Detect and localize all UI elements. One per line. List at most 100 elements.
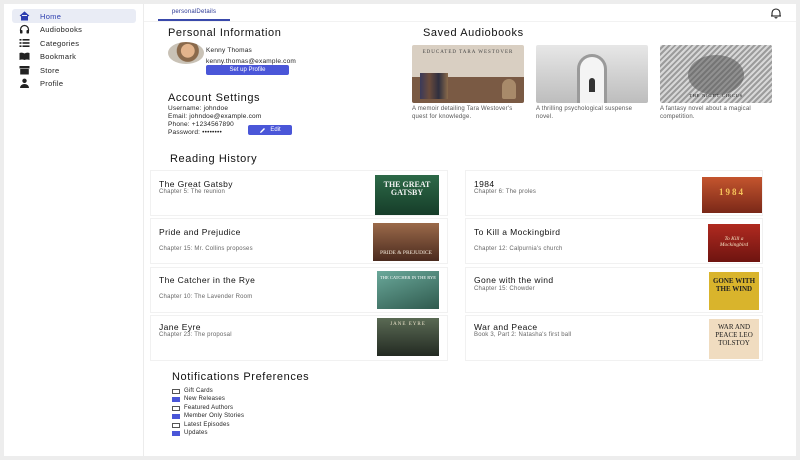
app-window: Home Audiobooks Categories Bookmark Stor… [4, 4, 796, 456]
book-chapter: Chapter 15: Chowder [474, 286, 535, 292]
divider [144, 21, 796, 22]
book-title: The Catcher in the Rye [159, 275, 256, 285]
book-cover: WAR AND PEACE LEO TOLSTOY [709, 319, 759, 359]
notification-option-latest-episodes[interactable]: Latest Episodes [172, 421, 230, 429]
setup-profile-button[interactable]: Set up Profile [206, 65, 289, 75]
edit-button-label: Edit [270, 127, 281, 133]
book-title: War and Peace [474, 322, 538, 332]
audiobook-description: A thrilling psychological suspense novel… [536, 106, 633, 120]
sidebar-item-categories[interactable]: Categories [12, 36, 136, 50]
notification-option-gift-cards[interactable]: Gift Cards [172, 387, 213, 395]
cover-text: THE NIGHT CIRCUS [689, 93, 743, 98]
sidebar-item-label: Profile [40, 78, 64, 88]
checkbox[interactable] [172, 422, 180, 428]
sidebar-item-store[interactable]: Store [12, 63, 136, 77]
reading-history-card[interactable]: The Great Gatsby Chapter 5: The reunion … [151, 171, 447, 215]
reading-history-card[interactable]: Pride and Prejudice Chapter 15: Mr. Coll… [151, 219, 447, 263]
sidebar-item-profile[interactable]: Profile [12, 76, 136, 90]
cover-text: WAR AND PEACE LEO TOLSTOY [715, 323, 753, 347]
notification-label: Latest Episodes [184, 422, 230, 428]
book-cover: JANE EYRE [377, 318, 439, 356]
checkbox[interactable] [172, 388, 180, 394]
list-icon [18, 37, 30, 49]
sidebar: Home Audiobooks Categories Bookmark Stor… [4, 4, 144, 456]
cover-text: 1984 [719, 187, 745, 197]
sidebar-item-bookmark[interactable]: Bookmark [12, 49, 136, 63]
cover-text: To Kill a Mockingbird [719, 236, 749, 248]
reading-history-card[interactable]: To Kill a Mockingbird Chapter 12: Calpur… [466, 219, 762, 263]
headphones-icon [18, 23, 30, 35]
book-title: The Great Gatsby [159, 179, 233, 189]
cover-text: PRIDE & PREJUDICE [380, 250, 432, 256]
saved-audiobook-card[interactable]: THE NIGHT CIRCUS A fantasy novel about a… [660, 45, 772, 121]
book-chapter: Chapter 12: Calpurnia's church [474, 246, 563, 252]
audiobook-cover: EDUCATED TARA WESTOVER [412, 45, 524, 103]
bell-icon[interactable] [770, 6, 782, 19]
tab-personal-details[interactable]: personalDetails [158, 7, 230, 21]
book-cover: GONE WITH THE WIND [709, 272, 759, 310]
sidebar-item-label: Audiobooks [40, 24, 83, 34]
avatar [168, 42, 204, 64]
saved-audiobook-card[interactable]: A thrilling psychological suspense novel… [536, 45, 648, 121]
sidebar-item-label: Store [40, 65, 60, 75]
book-cover: PRIDE & PREJUDICE [373, 223, 439, 261]
audiobook-description: A memoir detailing Tara Westover's quest… [412, 106, 513, 120]
account-password: Password: •••••••• [168, 129, 222, 136]
cover-text: THE CATCHER IN THE RYE [380, 275, 436, 280]
checkbox[interactable] [172, 430, 180, 436]
store-icon [18, 64, 30, 76]
edit-account-button[interactable]: Edit [248, 125, 292, 135]
book-cover: THE GREAT GATSBY [375, 175, 439, 215]
reading-history-heading: Reading History [170, 153, 258, 165]
notification-label: Gift Cards [184, 388, 214, 394]
notification-label: New Releases [184, 396, 226, 402]
account-phone: Phone: +1234567890 [168, 121, 234, 128]
sidebar-item-label: Home [40, 11, 62, 21]
pencil-icon [260, 127, 266, 133]
personal-info-heading: Personal Information [168, 27, 282, 39]
checkbox[interactable] [172, 405, 180, 411]
saved-audiobooks-heading: Saved Audiobooks [423, 27, 524, 39]
book-chapter: Chapter 5: The reunion [159, 189, 225, 195]
sidebar-item-label: Categories [40, 38, 80, 48]
checkbox[interactable] [172, 413, 180, 419]
sidebar-item-label: Bookmark [40, 51, 77, 61]
reading-history-card[interactable]: The Catcher in the Rye Chapter 10: The L… [151, 268, 447, 312]
book-chapter: Chapter 23: The proposal [159, 332, 232, 338]
notification-label: Updates [184, 430, 208, 436]
book-cover: To Kill a Mockingbird [708, 224, 760, 262]
cover-text: GONE WITH THE WIND [712, 277, 756, 293]
book-chapter: Chapter 10: The Lavender Room [159, 294, 253, 300]
notification-option-featured-authors[interactable]: Featured Authors [172, 404, 233, 412]
cover-text: EDUCATED TARA WESTOVER [422, 50, 514, 55]
notifications-heading: Notifications Preferences [172, 371, 310, 383]
notification-option-updates[interactable]: Updates [172, 429, 208, 437]
book-title: Pride and Prejudice [159, 227, 241, 237]
book-title: Gone with the wind [474, 275, 554, 285]
notification-option-member-only-stories[interactable]: Member Only Stories [172, 412, 244, 420]
book-title: To Kill a Mockingbird [474, 227, 561, 237]
audiobook-cover [536, 45, 648, 103]
audiobook-description: A fantasy novel about a magical competit… [660, 106, 751, 120]
book-chapter: Book 3, Part 2: Natasha's first ball [474, 332, 572, 338]
person-icon [18, 77, 30, 89]
notification-option-new-releases[interactable]: New Releases [172, 395, 225, 403]
book-cover: THE CATCHER IN THE RYE [377, 271, 439, 309]
book-title: Jane Eyre [159, 322, 201, 332]
saved-audiobook-card[interactable]: EDUCATED TARA WESTOVER A memoir detailin… [412, 45, 524, 121]
notification-label: Member Only Stories [184, 413, 245, 419]
checkbox[interactable] [172, 396, 180, 402]
reading-history-card[interactable]: Gone with the wind Chapter 15: Chowder G… [466, 268, 762, 312]
account-settings-heading: Account Settings [168, 92, 261, 104]
account-email: Email: johndoe@example.com [168, 113, 262, 120]
reading-history-card[interactable]: 1984 Chapter 6: The proles 1984 [466, 171, 762, 215]
sidebar-item-home[interactable]: Home [12, 9, 136, 23]
home-icon [18, 10, 30, 22]
reading-history-card[interactable]: War and Peace Book 3, Part 2: Natasha's … [466, 316, 762, 360]
sidebar-item-audiobooks[interactable]: Audiobooks [12, 22, 136, 36]
reading-history-card[interactable]: Jane Eyre Chapter 23: The proposal JANE … [151, 316, 447, 360]
book-cover: 1984 [702, 177, 762, 213]
book-open-icon [18, 50, 30, 62]
audiobook-cover: THE NIGHT CIRCUS [660, 45, 772, 103]
book-title: 1984 [474, 179, 495, 189]
